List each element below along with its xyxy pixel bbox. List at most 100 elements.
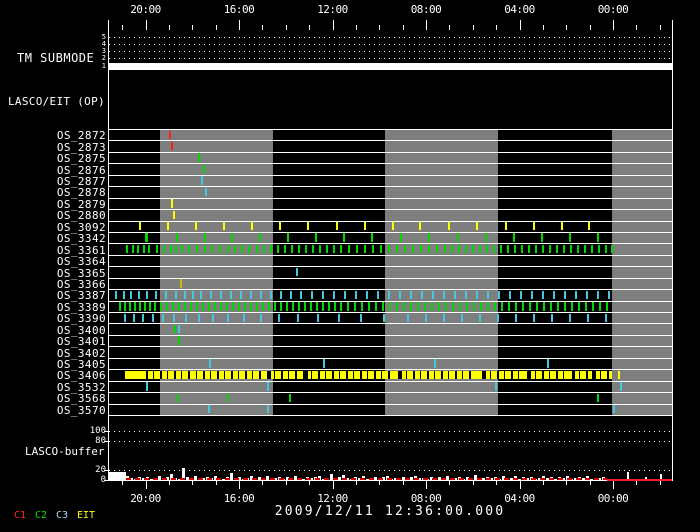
os-activity-gap [462, 371, 463, 379]
buffer-scale-label: 80 [80, 436, 106, 446]
os-event-tick [328, 302, 330, 310]
os-event-tick [347, 302, 349, 310]
bottom-axis-tick [520, 481, 521, 489]
os-event-tick [375, 302, 377, 310]
tm-submode-bar [108, 63, 672, 70]
os-event-tick [296, 268, 298, 276]
os-activity-gap [238, 371, 239, 379]
os-event-tick [177, 394, 179, 402]
bottom-axis-tick [286, 481, 287, 485]
tm-gridline [109, 44, 671, 45]
os-event-tick [240, 291, 242, 299]
os-event-tick [243, 314, 245, 322]
row-separator [108, 266, 672, 267]
os-event-tick [160, 302, 162, 310]
os-event-tick [407, 314, 409, 322]
buffer-scale-label: 100 [80, 426, 106, 436]
os-event-tick [190, 302, 192, 310]
os-event-tick [377, 291, 379, 299]
os-event-tick [480, 302, 482, 310]
os-activity-gap [274, 371, 275, 379]
os-event-tick [465, 245, 467, 253]
os-event-tick [561, 222, 563, 230]
os-event-tick [613, 405, 615, 413]
bottom-axis-tick [543, 481, 544, 485]
os-event-tick [178, 302, 180, 310]
os-event-tick [326, 245, 328, 253]
top-axis-tick [660, 25, 661, 30]
os-activity-bar [125, 371, 612, 379]
os-event-tick [208, 302, 210, 310]
os-event-tick [227, 314, 229, 322]
os-event-tick [372, 245, 374, 253]
os-event-tick [355, 291, 357, 299]
os-event-tick [380, 245, 382, 253]
row-separator [108, 243, 672, 244]
os-event-tick [322, 291, 324, 299]
os-activity-gap [267, 371, 271, 379]
os-activity-gap [607, 371, 609, 379]
top-axis-tick [520, 20, 521, 30]
os-activity-gap [592, 371, 596, 379]
os-event-tick [297, 314, 299, 322]
row-separator [108, 163, 672, 164]
os-event-tick [149, 302, 151, 310]
os-activity-gap [579, 371, 580, 379]
os-event-tick [124, 302, 126, 310]
os-event-tick [200, 291, 202, 299]
os-activity-gap [511, 371, 513, 379]
row-separator [108, 255, 672, 256]
os-event-tick [195, 222, 197, 230]
buffer-scale-label: 0 [80, 475, 106, 485]
os-event-tick [175, 245, 177, 253]
os-activity-gap [586, 371, 588, 379]
os-event-tick [315, 233, 317, 241]
os-event-tick [578, 302, 580, 310]
os-event-tick [205, 188, 207, 196]
os-event-tick [419, 222, 421, 230]
top-axis-tick [426, 20, 427, 30]
os-event-tick [466, 302, 468, 310]
os-event-tick [431, 302, 433, 310]
os-event-tick [262, 302, 264, 310]
os-event-tick [154, 302, 156, 310]
os-event-tick [432, 291, 434, 299]
buffer-no-data-line [607, 479, 672, 481]
os-event-tick [515, 302, 517, 310]
top-axis-tick [590, 25, 591, 30]
os-event-tick [542, 291, 544, 299]
os-event-tick [571, 302, 573, 310]
os-event-tick [248, 245, 250, 253]
row-separator [108, 381, 672, 382]
os-event-tick [509, 291, 511, 299]
os-activity-gap [374, 371, 376, 379]
os-event-tick [220, 291, 222, 299]
os-event-tick [399, 291, 401, 299]
bottom-time-label: 08:00 [402, 492, 450, 505]
row-separator [108, 415, 672, 416]
os-event-tick [514, 245, 516, 253]
os-event-tick [162, 314, 164, 322]
os-activity-gap [210, 371, 211, 379]
os-event-tick [371, 233, 373, 241]
top-axis-tick [146, 20, 147, 30]
os-event-tick [208, 405, 210, 413]
os-event-tick [577, 245, 579, 253]
os-activity-gap [188, 371, 190, 379]
row-separator [108, 404, 672, 405]
os-event-tick [251, 222, 253, 230]
os-event-tick [317, 314, 319, 322]
top-axis-tick [473, 25, 474, 30]
os-event-tick [274, 302, 276, 310]
os-event-tick [451, 245, 453, 253]
os-event-tick [396, 245, 398, 253]
top-axis-tick [356, 25, 357, 30]
telemetry-monitor-screen: TM SUBMODE LASCO/EIT (OP) LASCO-buffer 2… [0, 0, 700, 532]
os-event-tick [588, 222, 590, 230]
os-event-tick [227, 245, 229, 253]
os-event-tick [551, 314, 553, 322]
os-event-tick [305, 245, 307, 253]
bottom-axis-tick [262, 481, 263, 485]
os-event-tick [148, 245, 150, 253]
os-event-tick [234, 245, 236, 253]
